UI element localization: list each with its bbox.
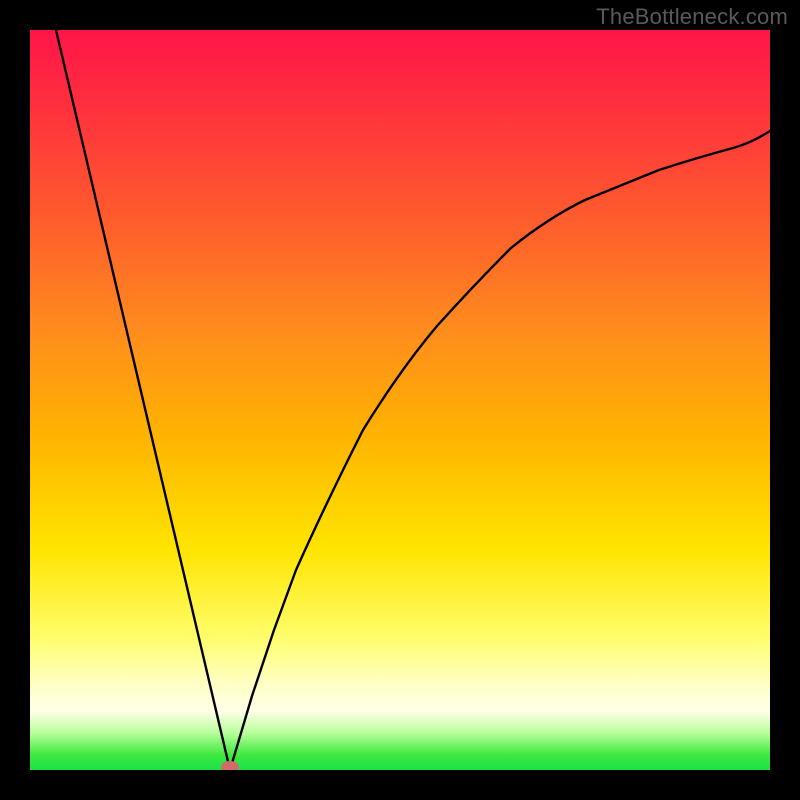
- curve-left-branch: [56, 30, 230, 770]
- plot-area: [30, 30, 770, 770]
- minimum-marker: [221, 761, 239, 770]
- curve-right-branch: [230, 131, 770, 770]
- curve-svg: [30, 30, 770, 770]
- chart-frame: TheBottleneck.com: [0, 0, 800, 800]
- watermark-label: TheBottleneck.com: [596, 4, 788, 30]
